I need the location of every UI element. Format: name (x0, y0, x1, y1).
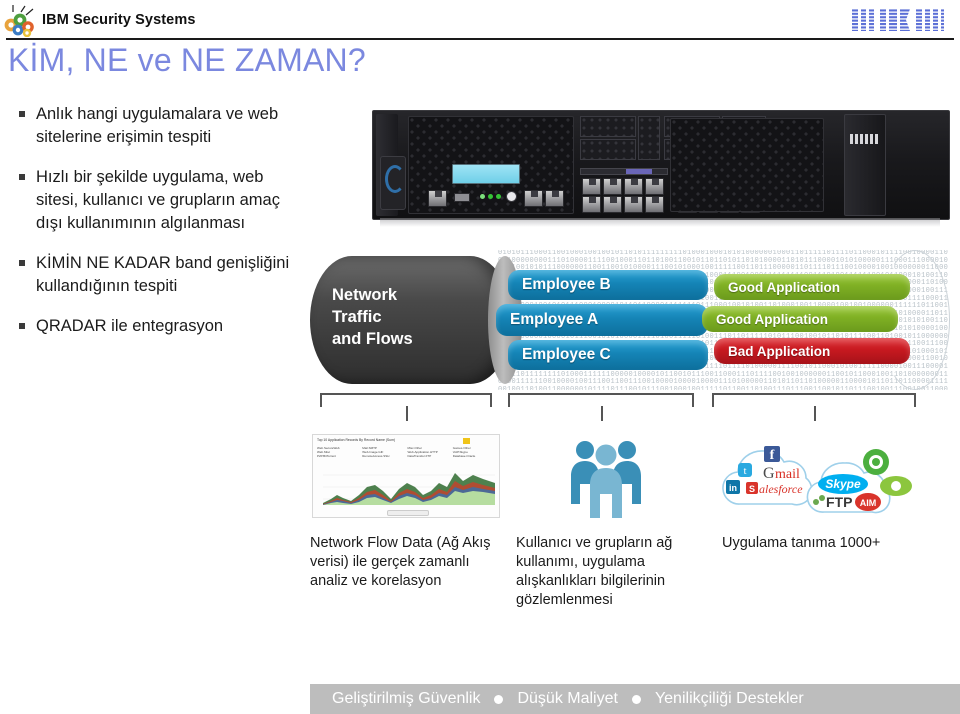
header-divider (6, 38, 954, 40)
svg-text:Skype: Skype (825, 477, 861, 491)
ibm-logo (850, 6, 946, 34)
page-header: IBM Security Systems (0, 0, 960, 42)
network-appliance-image (372, 106, 950, 228)
qradar-chart-thumbnail: Top 10 Application Records By Record Nam… (312, 434, 500, 518)
application-bar-good: Good Application (702, 306, 898, 332)
application-logos-cloud: f t in G mail S alesforce Skype FTP AIM (706, 430, 924, 522)
appliance-lcd-display (452, 164, 520, 184)
footer-item-cost: Düşük Maliyet (517, 690, 617, 708)
three-people-icon (560, 430, 652, 522)
bullet-item: QRADAR ile entegrasyon (12, 315, 302, 338)
svg-text:S: S (749, 484, 755, 494)
svg-text:G: G (763, 465, 775, 482)
employee-bar: Employee C (508, 340, 708, 370)
brand-title: IBM Security Systems (42, 12, 196, 28)
footer-item-innovation: Yenilikçiliği Destekler (655, 690, 804, 708)
chart-thumb-plot (323, 465, 495, 505)
bracket-applications (712, 393, 916, 421)
appliance-right-bezel (844, 114, 886, 216)
bracket-flow-data (320, 393, 492, 421)
footer-separator-dot (494, 695, 503, 704)
employee-bar: Employee A (496, 304, 708, 336)
svg-text:alesforce: alesforce (759, 482, 803, 496)
caption-flow-data: Network Flow Data (Ağ Akış verisi) ile g… (310, 534, 500, 591)
employee-bar: Employee B (508, 270, 708, 300)
bullet-item: Hızlı bir şekilde uygulama, web sitesi, … (12, 166, 302, 235)
appliance-handle (380, 156, 406, 210)
svg-text:in: in (729, 483, 737, 493)
bullet-list: Anlık hangi uygulamalara ve web siteleri… (12, 103, 302, 355)
chart-thumb-button (387, 510, 429, 516)
bracket-user-groups (508, 393, 694, 421)
caption-user-groups: Kullanıcı ve grupların ağ kullanımı, uyg… (516, 534, 701, 610)
page-title: KİM, NE ve NE ZAMAN? (8, 42, 366, 79)
footer-item-security: Geliştirilmiş Güvenlik (332, 690, 480, 708)
appliance-front-io (412, 188, 562, 210)
svg-text:AIM: AIM (860, 498, 877, 508)
chart-thumb-title: Top 10 Application Records By Record Nam… (317, 438, 395, 442)
gears-people-icon (4, 3, 42, 37)
caption-application-recognition: Uygulama tanıma 1000+ (722, 534, 902, 553)
svg-text:f: f (770, 448, 775, 463)
footer-bar: Geliştirilmiş Güvenlik Düşük Maliyet Yen… (310, 684, 960, 714)
footer-separator-dot (632, 695, 641, 704)
chart-thumb-legend: Web.SecureWeb Web.Misc P2P.BitTorrent Mail.… (317, 446, 495, 459)
application-bar-bad: Bad Application (714, 338, 910, 364)
svg-text:FTP: FTP (826, 494, 852, 510)
svg-text:t: t (743, 465, 746, 477)
appliance-shadow (380, 218, 940, 227)
svg-text:mail: mail (775, 467, 800, 482)
bullet-item: Anlık hangi uygulamalara ve web siteleri… (12, 103, 302, 149)
cylinder-label: Network Traffic and Flows (332, 284, 413, 350)
appliance-ibm-badge (850, 132, 880, 144)
application-bar-good: Good Application (714, 274, 910, 300)
traffic-flow-diagram: 0101011100011001000100100101101011111111… (310, 250, 950, 390)
appliance-vent-right (670, 118, 824, 212)
bullet-item: KİMİN NE KADAR band genişliğini kullandı… (12, 252, 302, 298)
